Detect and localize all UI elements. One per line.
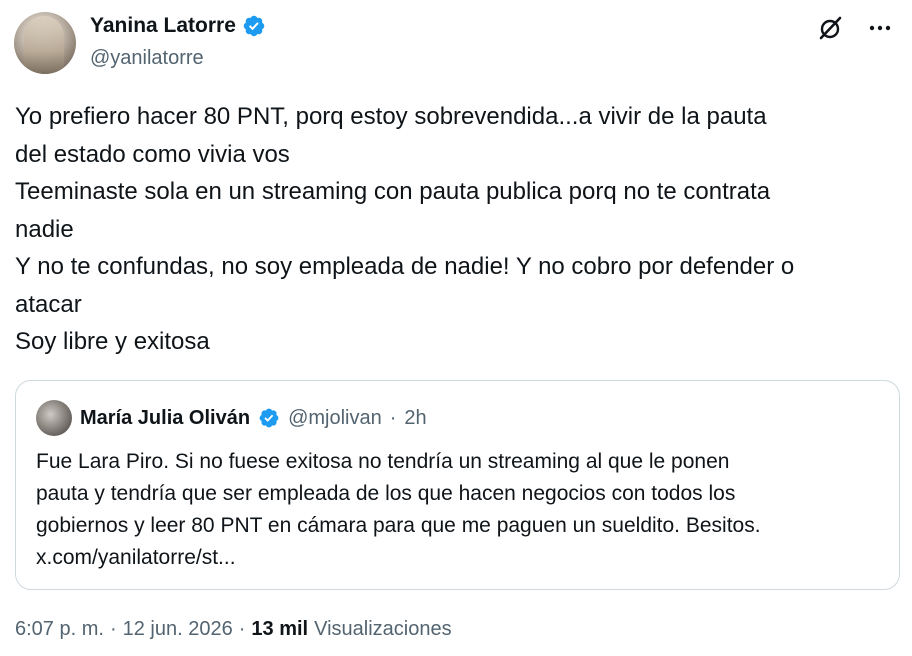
- separator-dot: ·: [389, 406, 397, 429]
- grok-icon[interactable]: [816, 14, 844, 42]
- separator-dot: ·: [238, 618, 246, 640]
- quoted-author-avatar[interactable]: [36, 400, 72, 436]
- author-name[interactable]: Yanina Latorre: [90, 14, 236, 38]
- quoted-tweet-text: Fue Lara Piro. Si no fuese exitosa no te…: [36, 446, 881, 574]
- tweet-text-line: Y no te confundas, no soy empleada de na…: [15, 253, 795, 280]
- verified-badge-icon: [259, 408, 279, 428]
- quoted-author-name[interactable]: María Julia Oliván: [80, 407, 250, 430]
- tweet-text-line: del estado como vivia vos: [15, 140, 290, 168]
- author-avatar[interactable]: [14, 12, 76, 74]
- tweet-meta: 6:07 p. m. · 12 jun. 2026 · 13 mil Visua…: [15, 618, 452, 641]
- author-handle[interactable]: @yanilatorre: [90, 47, 204, 70]
- tweet-text: Yo prefiero hacer 80 PNT, porq estoy sob…: [15, 98, 900, 361]
- tweet-text-line: Teeminaste sola en un streaming con paut…: [15, 178, 771, 205]
- quoted-text-line: gobiernos y leer 80 PNT en cámara para q…: [36, 514, 761, 537]
- views-label[interactable]: Visualizaciones: [314, 618, 452, 641]
- tweet-text-line: Yo prefiero hacer 80 PNT, porq estoy sob…: [15, 103, 767, 130]
- quoted-text-line: x.com/yanilatorre/st...: [36, 546, 236, 569]
- verified-badge-icon: [243, 15, 265, 37]
- quoted-tweet-time[interactable]: 2h: [404, 407, 426, 430]
- quoted-tweet-card[interactable]: María Julia Oliván @mjolivan · 2h Fue La…: [15, 380, 900, 590]
- author-name-row: Yanina Latorre: [90, 14, 266, 38]
- separator-dot: ·: [109, 618, 117, 640]
- views-count[interactable]: 13 mil: [251, 618, 308, 641]
- tweet-time[interactable]: 6:07 p. m.: [15, 618, 104, 641]
- tweet-actions-top: [816, 14, 894, 42]
- avatar-photo: [24, 16, 64, 74]
- more-icon[interactable]: [866, 14, 894, 42]
- tweet-text-line: atacar: [15, 290, 82, 318]
- tweet-date[interactable]: 12 jun. 2026: [123, 618, 233, 641]
- tweet-text-line: nadie: [15, 215, 74, 243]
- quoted-text-line: pauta y tendría que ser empleada de los …: [36, 482, 736, 505]
- quoted-author-handle[interactable]: @mjolivan: [288, 407, 382, 430]
- quoted-text-line: Fue Lara Piro. Si no fuese exitosa no te…: [36, 450, 730, 473]
- quoted-tweet-header: María Julia Oliván @mjolivan · 2h: [36, 400, 427, 436]
- tweet-text-line: Soy libre y exitosa: [15, 328, 210, 355]
